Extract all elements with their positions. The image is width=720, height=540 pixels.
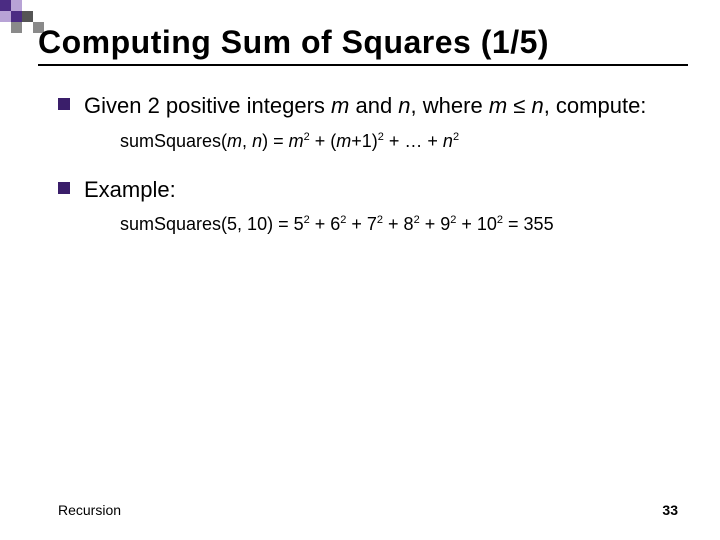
slide: Computing Sum of Squares (1/5) Given 2 p… (0, 0, 720, 540)
footer-page-number: 33 (662, 502, 678, 518)
slide-body: Given 2 positive integers m and n, where… (58, 92, 678, 259)
term: + 9 (420, 214, 451, 234)
term: + 6 (310, 214, 341, 234)
formula-example: sumSquares(5, 10) = 52 + 62 + 72 + 82 + … (120, 214, 678, 235)
exp: 2 (453, 131, 459, 143)
op-plus: + … + (384, 131, 443, 151)
bullet-icon (58, 182, 70, 194)
var-m: m (289, 131, 304, 151)
text: +1) (351, 131, 378, 151)
formula-definition: sumSquares(m, n) = m2 + (m+1)2 + … + n2 (120, 131, 678, 152)
term: + 7 (346, 214, 377, 234)
term: + 10 (456, 214, 497, 234)
text: , compute: (544, 93, 647, 118)
eq: ) = (262, 131, 289, 151)
text: Given 2 positive integers (84, 93, 331, 118)
var-n: n (252, 131, 262, 151)
sep: , (242, 131, 252, 151)
op-leq: ≤ (507, 93, 531, 118)
var-n: n (398, 93, 410, 118)
var-m: m (227, 131, 242, 151)
bullet-text: Given 2 positive integers m and n, where… (84, 92, 646, 121)
text: , where (411, 93, 489, 118)
slide-title: Computing Sum of Squares (1/5) (38, 24, 688, 66)
var-n: n (443, 131, 453, 151)
var-n: n (531, 93, 543, 118)
term: + 8 (383, 214, 414, 234)
text: and (349, 93, 398, 118)
bullet-item: Example: (58, 176, 678, 205)
bullet-item: Given 2 positive integers m and n, where… (58, 92, 678, 121)
result: = 355 (503, 214, 554, 234)
fn-name: sumSquares( (120, 131, 227, 151)
bullet-text: Example: (84, 176, 176, 205)
bullet-icon (58, 98, 70, 110)
footer-topic: Recursion (58, 502, 121, 518)
var-m: m (489, 93, 507, 118)
op-plus: + ( (310, 131, 337, 151)
var-m: m (336, 131, 351, 151)
fn-call: sumSquares(5, 10) = 5 (120, 214, 304, 234)
var-m: m (331, 93, 349, 118)
